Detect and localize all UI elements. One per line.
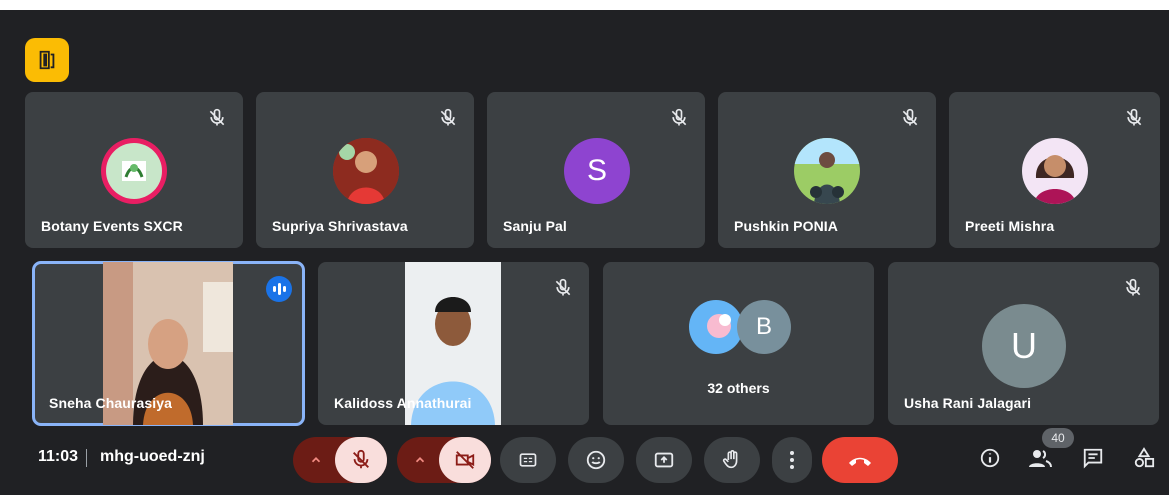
mic-off-icon bbox=[1126, 108, 1142, 126]
present-icon bbox=[654, 452, 674, 468]
participant-name: Botany Events SXCR bbox=[41, 218, 183, 234]
mic-off-icon bbox=[1125, 278, 1141, 296]
participant-tile-pushkin[interactable]: Pushkin PONIA bbox=[718, 92, 936, 248]
participant-tile-sneha[interactable]: Sneha Chaurasiya bbox=[32, 261, 305, 426]
raise-hand-button[interactable] bbox=[704, 437, 760, 483]
participant-name: Preeti Mishra bbox=[965, 218, 1055, 234]
captions-icon bbox=[519, 453, 537, 467]
captions-button[interactable] bbox=[500, 437, 556, 483]
camera-toggle-button[interactable] bbox=[439, 437, 491, 483]
chevron-up-icon bbox=[311, 457, 321, 463]
avatar bbox=[689, 300, 743, 354]
emoji-button[interactable] bbox=[568, 437, 624, 483]
meeting-time: 11:03 bbox=[38, 448, 79, 465]
camera-options-button[interactable] bbox=[400, 437, 440, 483]
avatar: B bbox=[737, 300, 791, 354]
speaking-indicator-icon bbox=[266, 276, 292, 302]
participant-name: Sneha Chaurasiya bbox=[49, 395, 172, 411]
more-vert-icon bbox=[790, 451, 794, 469]
control-bar: 11:03 mhg-uoed-znj 40 bbox=[0, 425, 1169, 495]
avatar: S bbox=[564, 138, 630, 204]
present-button[interactable] bbox=[636, 437, 692, 483]
participant-name: Supriya Shrivastava bbox=[272, 218, 408, 234]
divider bbox=[86, 449, 87, 467]
mic-off-icon bbox=[440, 108, 456, 126]
activities-button[interactable] bbox=[1129, 443, 1159, 473]
chevron-up-icon bbox=[415, 457, 425, 463]
chat-icon bbox=[1083, 448, 1103, 469]
participant-tile-preeti[interactable]: Preeti Mishra bbox=[949, 92, 1160, 248]
end-call-icon bbox=[849, 457, 871, 466]
mic-toggle-button[interactable] bbox=[335, 437, 387, 483]
mic-off-icon bbox=[209, 108, 225, 126]
more-options-button[interactable] bbox=[772, 437, 812, 483]
raise-hand-icon bbox=[722, 450, 738, 469]
people-button[interactable] bbox=[1025, 443, 1055, 473]
participant-name: Pushkin PONIA bbox=[734, 218, 838, 234]
activities-icon bbox=[1134, 447, 1155, 468]
avatar bbox=[794, 138, 860, 204]
people-icon bbox=[1029, 450, 1052, 468]
participant-tile-others[interactable]: B 32 others bbox=[603, 262, 874, 425]
participant-tile-botany[interactable]: Botany Events SXCR bbox=[25, 92, 243, 248]
avatar bbox=[333, 138, 399, 204]
meeting-code: mhg-uoed-znj bbox=[100, 448, 205, 465]
door-icon[interactable] bbox=[25, 38, 69, 82]
avatar bbox=[101, 138, 167, 204]
avatar: U bbox=[982, 304, 1066, 388]
participant-name: Usha Rani Jalagari bbox=[904, 395, 1032, 411]
others-count: 32 others bbox=[707, 380, 770, 396]
mic-off-icon bbox=[555, 278, 571, 296]
participant-name: Sanju Pal bbox=[503, 218, 567, 234]
mic-off-icon bbox=[671, 108, 687, 126]
end-call-button[interactable] bbox=[822, 437, 898, 483]
participant-tile-supriya[interactable]: Supriya Shrivastava bbox=[256, 92, 474, 248]
participant-tile-usha[interactable]: U Usha Rani Jalagari bbox=[888, 262, 1159, 425]
mic-off-icon bbox=[353, 449, 369, 469]
avatar bbox=[1022, 138, 1088, 204]
emoji-icon bbox=[586, 450, 606, 470]
participant-tile-kalidoss[interactable]: Kalidoss Annathurai bbox=[318, 262, 589, 425]
participant-name: Kalidoss Annathurai bbox=[334, 395, 472, 411]
mic-options-button[interactable] bbox=[296, 437, 336, 483]
info-icon bbox=[980, 448, 1000, 468]
mic-off-icon bbox=[902, 108, 918, 126]
camera-off-icon bbox=[455, 451, 475, 469]
chat-button[interactable] bbox=[1078, 443, 1108, 473]
info-button[interactable] bbox=[975, 443, 1005, 473]
participant-tile-sanju[interactable]: S Sanju Pal bbox=[487, 92, 705, 248]
meet-stage: Botany Events SXCR Supriya Shrivastava S… bbox=[0, 0, 1169, 495]
